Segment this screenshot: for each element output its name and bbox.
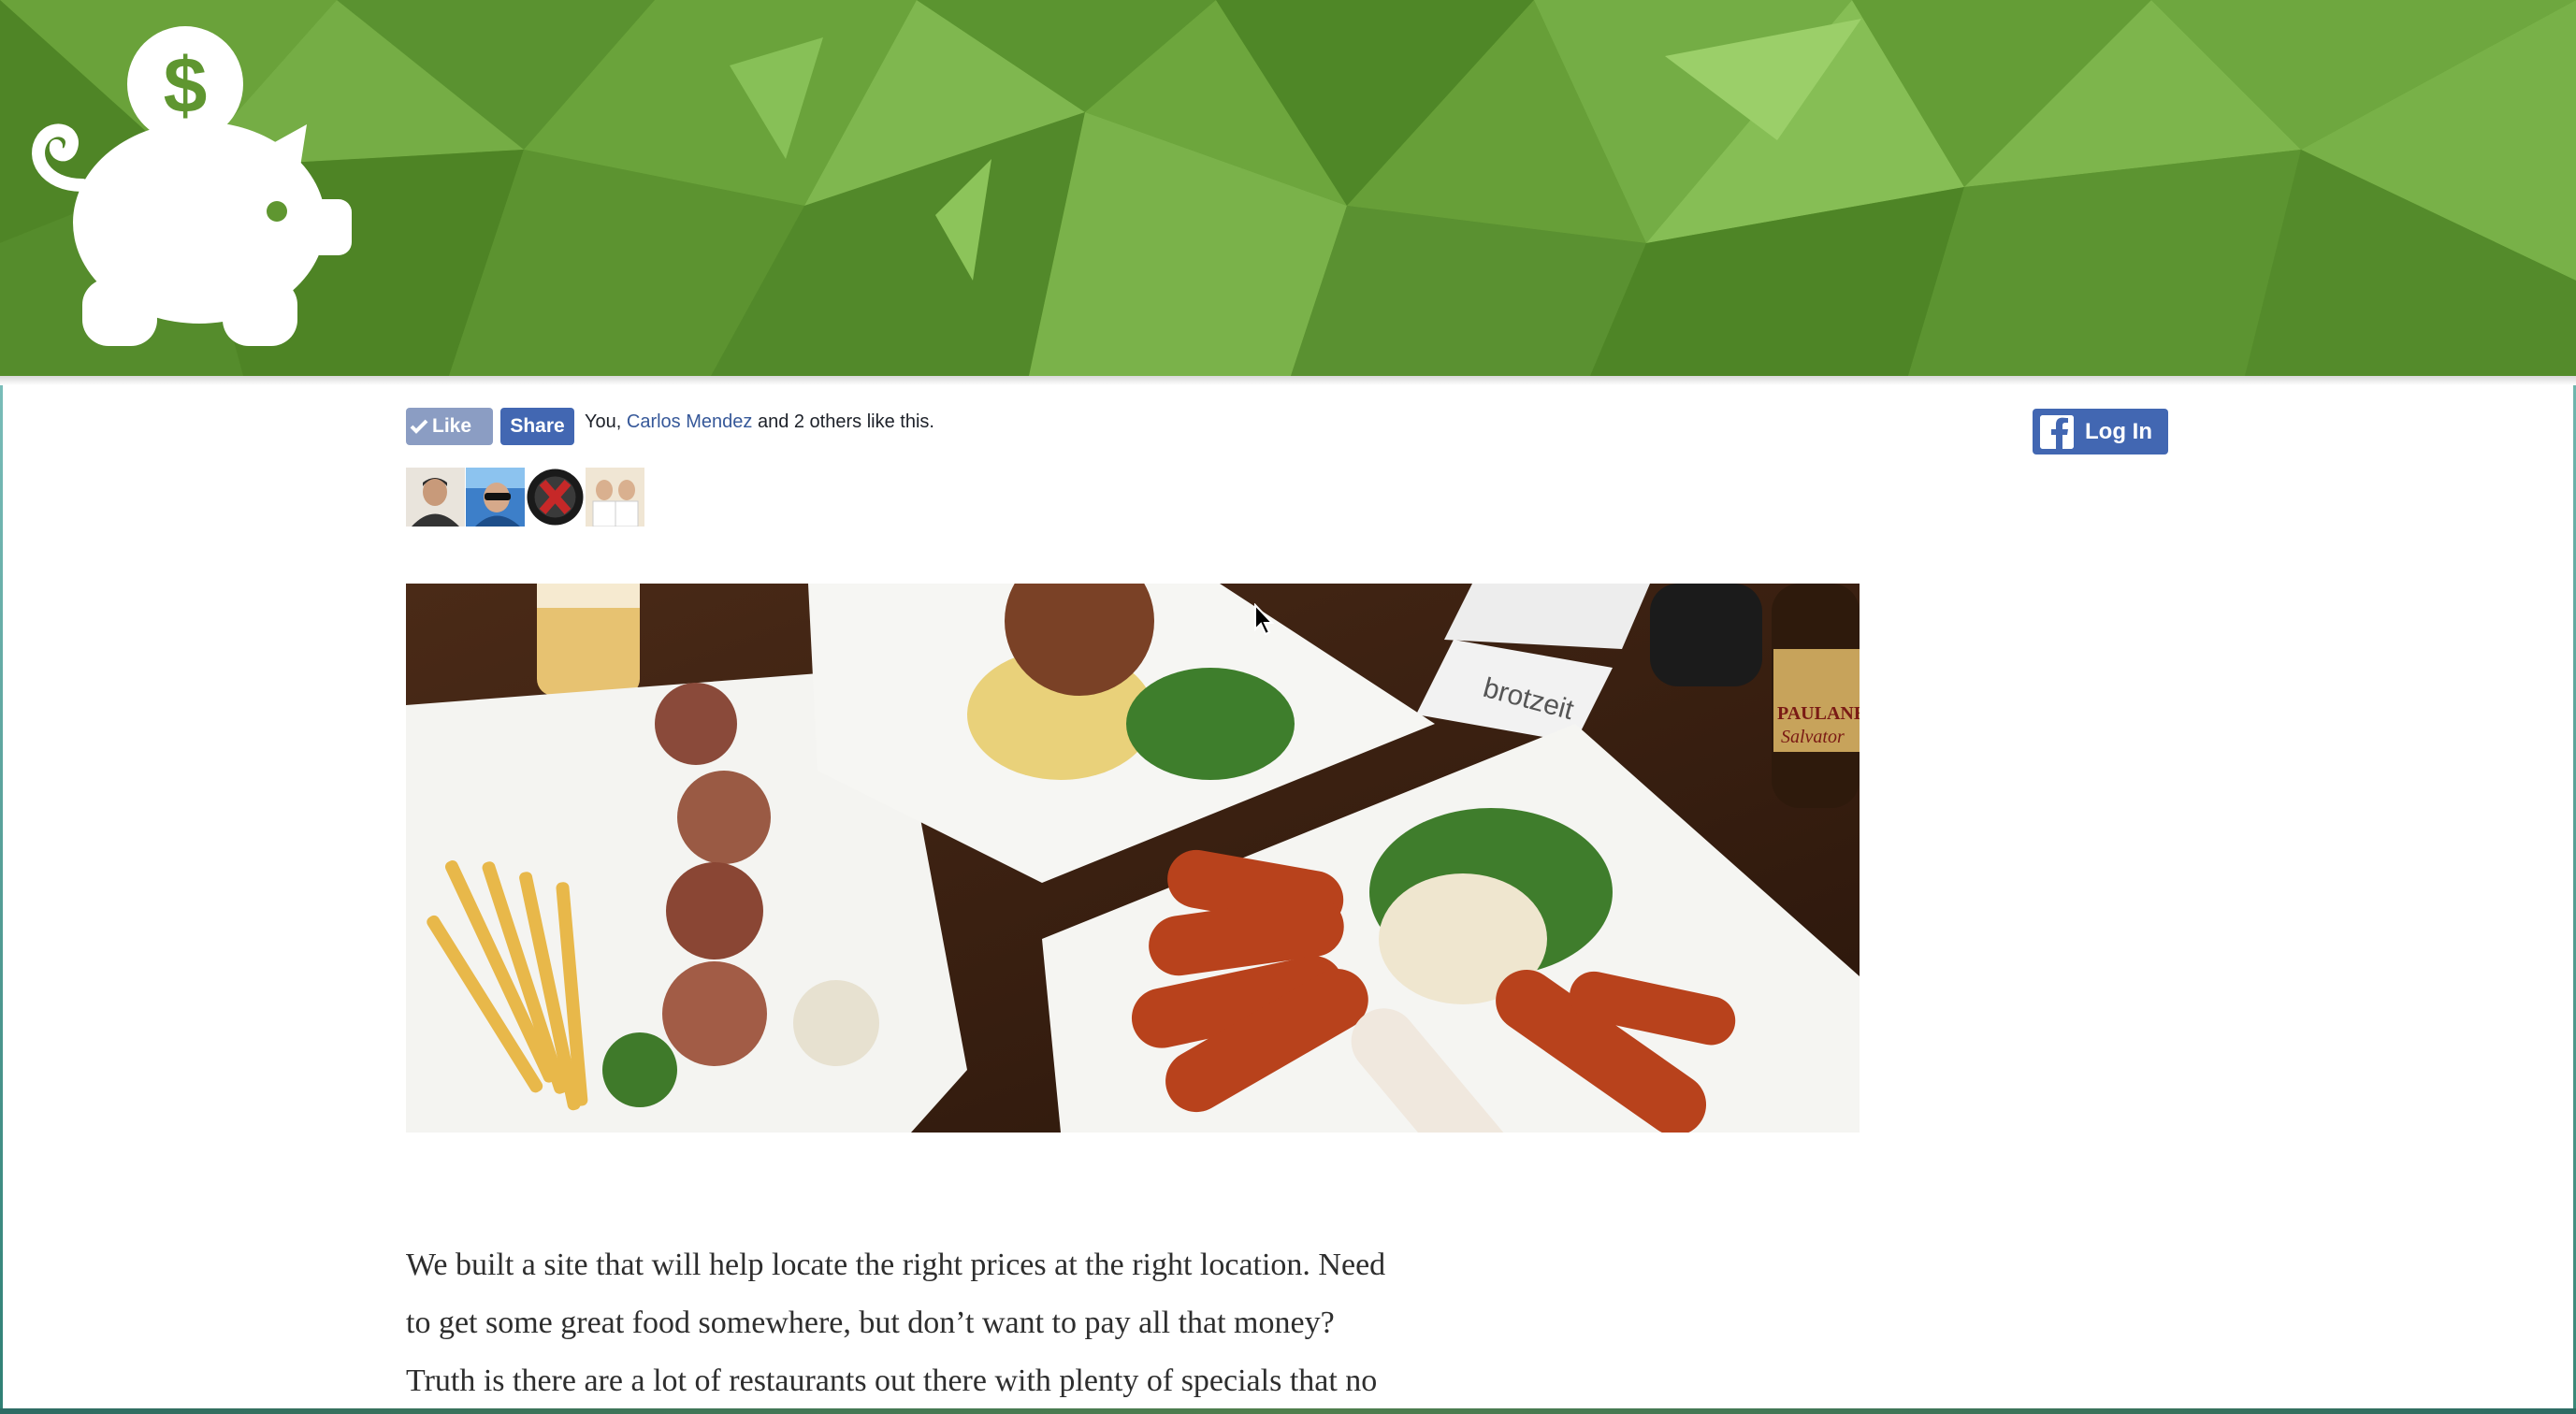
avatar[interactable] [526,468,585,527]
intro-paragraph: We built a site that will help locate th… [406,1236,1566,1410]
like-button[interactable]: Like [406,408,493,445]
beer-label-salvator: Salvator [1781,727,1845,747]
mouse-cursor-icon [1254,603,1275,636]
avatar[interactable] [466,468,525,527]
like-label: Like [432,415,472,437]
liker-avatars [406,468,644,527]
facebook-login-button[interactable]: Log In [2033,409,2168,454]
avatar[interactable] [406,468,465,527]
login-label: Log In [2085,418,2152,444]
window-edge-left [0,385,3,1414]
header-banner: $ [0,0,2576,376]
svg-text:$: $ [164,41,208,129]
hero-food-image: brotzeit PAULANER Salvator [406,584,1860,1133]
likes-suffix: and 2 others like this. [752,411,934,432]
header-shadow [0,376,2576,385]
facebook-icon [2040,414,2074,449]
intro-line: to get some great food somewhere, but do… [406,1306,1335,1340]
piggy-bank-dollar-icon: $ [32,26,352,346]
likes-summary: You, Carlos Mendez and 2 others like thi… [585,410,949,435]
liker-name-link[interactable]: Carlos Mendez [627,411,753,432]
low-poly-background [0,0,2576,376]
avatar[interactable] [586,468,644,527]
checkmark-icon [406,408,432,445]
facebook-like-widget: Like Share You, Carlos Mendez and 2 othe… [406,408,1023,529]
beer-label-paulaner: PAULANER [1777,703,1860,724]
window-edge-bottom [0,1408,2576,1414]
intro-line: Truth is there are a lot of restaurants … [406,1364,1378,1398]
share-button[interactable]: Share [500,408,574,445]
intro-line: We built a site that will help locate th… [406,1248,1386,1282]
likes-prefix: You, [585,411,627,432]
share-label: Share [510,415,565,437]
